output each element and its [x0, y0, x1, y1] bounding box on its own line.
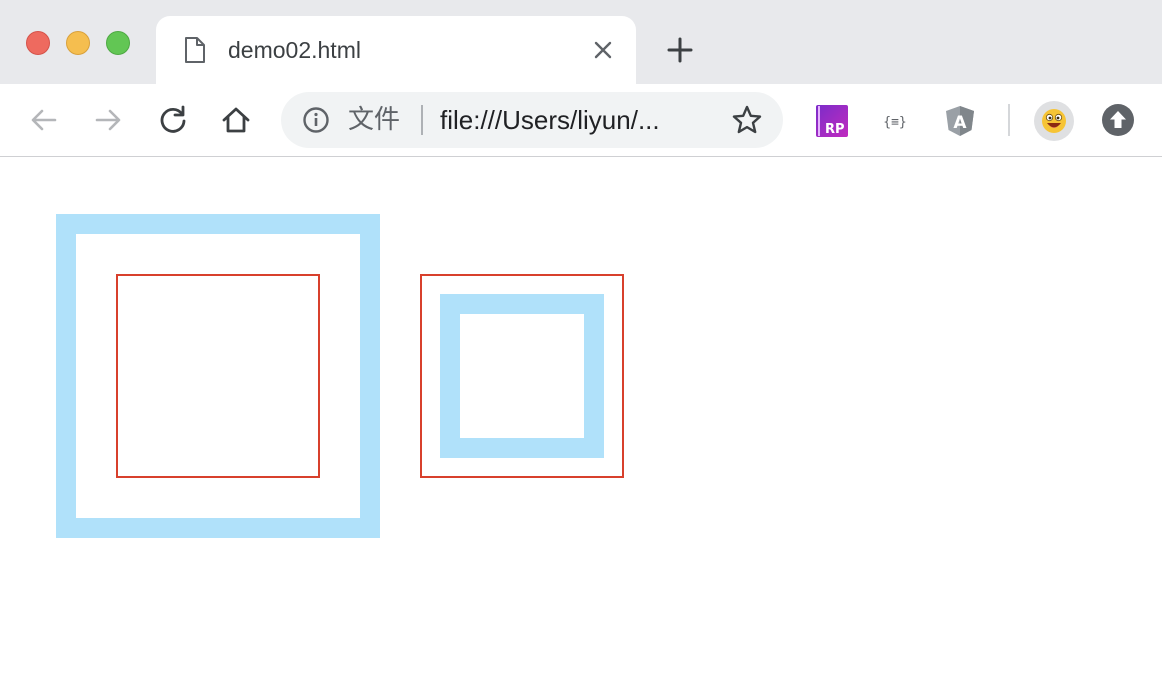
file-icon [185, 37, 205, 63]
inner-blue-bordered-box [440, 294, 604, 458]
reload-icon [160, 105, 186, 133]
braces-label: {≡} [883, 115, 906, 130]
inner-red-bordered-box [116, 274, 320, 478]
braces-icon: {≡} [883, 115, 906, 130]
tab-strip: demo02.html [0, 0, 1162, 84]
angular-extension[interactable]: A [943, 104, 977, 138]
info-icon[interactable] [302, 106, 330, 134]
url-text[interactable]: file:///Users/liyun/... [440, 105, 660, 135]
address-bar[interactable]: 文件 file:///Users/liyun/... [281, 92, 783, 148]
reload-button[interactable] [157, 104, 189, 136]
window-close-button[interactable] [26, 31, 50, 55]
omnibox-divider [421, 105, 423, 135]
arrow-right-icon [95, 109, 121, 131]
axure-rp-extension[interactable]: RP [815, 104, 849, 138]
tab-active[interactable]: demo02.html [156, 16, 636, 84]
star-icon[interactable] [731, 104, 763, 136]
rp-label: RP [825, 122, 845, 137]
plus-icon[interactable] [666, 36, 694, 64]
profile-button[interactable] [1034, 101, 1074, 141]
browser-toolbar: 文件 file:///Users/liyun/... RP {≡} A [0, 84, 1162, 157]
close-icon[interactable] [593, 40, 613, 60]
outer-red-bordered-box [420, 274, 624, 478]
rp-icon: RP [816, 105, 848, 137]
forward-button[interactable] [92, 104, 124, 136]
scheme-label: 文件 [348, 105, 401, 135]
back-button[interactable] [28, 104, 60, 136]
home-button[interactable] [220, 104, 252, 136]
outer-blue-bordered-box [56, 214, 380, 538]
json-formatter-extension[interactable]: {≡} [878, 104, 912, 138]
window-minimize-button[interactable] [66, 31, 90, 55]
tab-title: demo02.html [228, 37, 361, 63]
window-zoom-button[interactable] [106, 31, 130, 55]
arrow-left-icon [31, 109, 57, 131]
page-content [0, 157, 1162, 674]
angular-icon: A [946, 106, 974, 136]
update-button[interactable] [1101, 103, 1135, 137]
upload-arrow-icon [1102, 104, 1134, 136]
emoji-avatar-icon [1034, 101, 1074, 141]
angular-label: A [953, 113, 967, 133]
home-icon [222, 107, 250, 133]
toolbar-divider [1008, 104, 1010, 136]
